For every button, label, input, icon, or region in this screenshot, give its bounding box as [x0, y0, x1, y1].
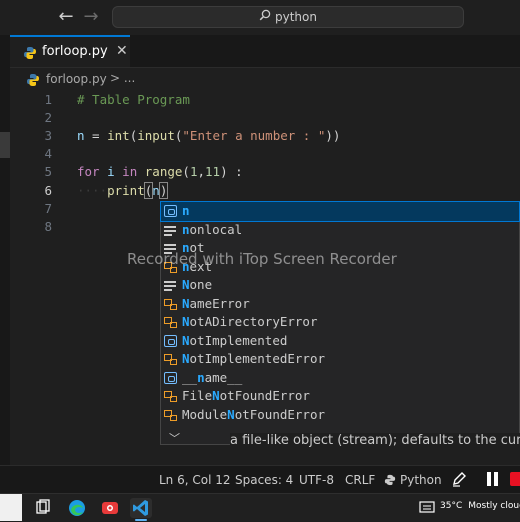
task-view-icon[interactable]: [32, 498, 54, 518]
weather-widget[interactable]: 35°C Mostly cloudy: [440, 501, 520, 511]
line-number: 5: [44, 164, 52, 179]
suggestion-item[interactable]: None: [161, 276, 519, 295]
recorder-watermark: Recorded with iTop Screen Recorder: [127, 250, 397, 268]
class-icon: [164, 316, 177, 328]
tab-label: forloop.py: [42, 44, 108, 59]
match-highlight: n: [182, 203, 190, 218]
pen-icon[interactable]: [451, 471, 467, 487]
class-icon: [164, 353, 177, 365]
match-highlight: n: [182, 221, 190, 237]
python-file-icon: [27, 74, 39, 86]
match-highlight: n: [197, 369, 205, 385]
command-center-search[interactable]: python: [112, 6, 464, 28]
activity-bar-item[interactable]: [0, 132, 10, 158]
line-number: 1: [44, 92, 52, 107]
code-line-5: for i in range(1,11) :: [77, 164, 243, 179]
match-highlight: N: [182, 314, 190, 329]
suggestion-item[interactable]: n: [160, 201, 520, 222]
class-icon: [164, 298, 177, 310]
search-text: python: [275, 10, 317, 24]
keyword-icon: [164, 224, 177, 236]
status-language-label: Python: [400, 473, 442, 487]
stop-recording-icon[interactable]: [510, 472, 520, 486]
python-language-icon: [384, 474, 396, 486]
match-highlight: N: [227, 406, 235, 422]
match-highlight: N: [182, 332, 190, 348]
weather-temperature: 35°C: [440, 501, 463, 511]
code-line-6: ····print(n): [77, 182, 169, 199]
status-encoding[interactable]: UTF-8: [299, 473, 334, 487]
line-number: 3: [44, 128, 52, 143]
forward-arrow-icon[interactable]: →: [81, 6, 101, 28]
search-icon: [259, 9, 271, 21]
line-number: 7: [44, 201, 52, 216]
suggestion-item[interactable]: nonlocal: [161, 221, 519, 240]
line-number: 2: [44, 110, 52, 125]
weather-condition: Mostly cloudy: [468, 501, 520, 511]
suggestion-item[interactable]: NotImplemented: [161, 332, 519, 351]
status-indentation[interactable]: Spaces: 4: [235, 473, 293, 487]
line-number: 4: [44, 146, 52, 161]
status-cursor-position[interactable]: Ln 6, Col 12: [159, 473, 231, 487]
vscode-app-icon[interactable]: [130, 498, 152, 521]
autocomplete-widget[interactable]: n nonlocal not next None NameError NotAD…: [160, 201, 520, 445]
variable-icon: [164, 371, 177, 384]
match-highlight: N: [182, 277, 190, 292]
line-number: 8: [44, 219, 52, 234]
windows-taskbar: 35°C Mostly cloudy: [0, 493, 520, 521]
weather-cloud-icon: [419, 501, 435, 513]
status-bar: Ln 6, Col 12 Spaces: 4 UTF-8 CRLF Python: [0, 465, 520, 494]
variable-icon: [164, 205, 177, 217]
suggestion-item[interactable]: FileNotFoundError: [161, 387, 519, 406]
close-icon[interactable]: ✕: [116, 43, 128, 59]
suggestion-item[interactable]: __name__: [161, 369, 519, 388]
vscode-icon: [133, 500, 148, 516]
suggestion-item[interactable]: NotADirectoryError: [161, 313, 519, 332]
code-line-3: n = int(input("Enter a number : ")): [77, 128, 341, 143]
keyword-icon: [164, 279, 177, 291]
start-area[interactable]: [0, 494, 22, 521]
class-icon: [164, 409, 177, 421]
edge-browser-icon[interactable]: [66, 498, 88, 518]
status-language[interactable]: Python: [384, 473, 442, 487]
activity-bar: [0, 35, 10, 465]
variable-icon: [164, 334, 177, 347]
line-number-active: 6: [44, 183, 52, 198]
code-line-1: # Table Program: [77, 92, 190, 107]
pause-recording-icon[interactable]: [486, 472, 500, 486]
breadcrumb-separator[interactable]: > ...: [110, 71, 135, 85]
class-icon: [164, 390, 177, 402]
tab-forloop[interactable]: forloop.py ✕: [10, 35, 130, 67]
match-highlight: N: [212, 388, 220, 403]
suggestion-item[interactable]: ModuleNotFoundError: [161, 406, 519, 425]
breadcrumb-file[interactable]: forloop.py: [46, 72, 107, 86]
python-file-icon: [24, 47, 36, 59]
suggestion-item[interactable]: NotImplementedError: [161, 350, 519, 369]
screen-recorder-icon[interactable]: [99, 498, 121, 518]
match-highlight: N: [182, 295, 190, 311]
suggestion-item[interactable]: NameError: [161, 295, 519, 314]
status-eol[interactable]: CRLF: [345, 473, 375, 487]
match-highlight: N: [182, 351, 190, 366]
back-arrow-icon[interactable]: ←: [56, 6, 76, 28]
chevron-down-icon[interactable]: ﹀: [169, 430, 180, 446]
suggestion-docs: a file-like object (stream); defaults to…: [230, 433, 520, 451]
